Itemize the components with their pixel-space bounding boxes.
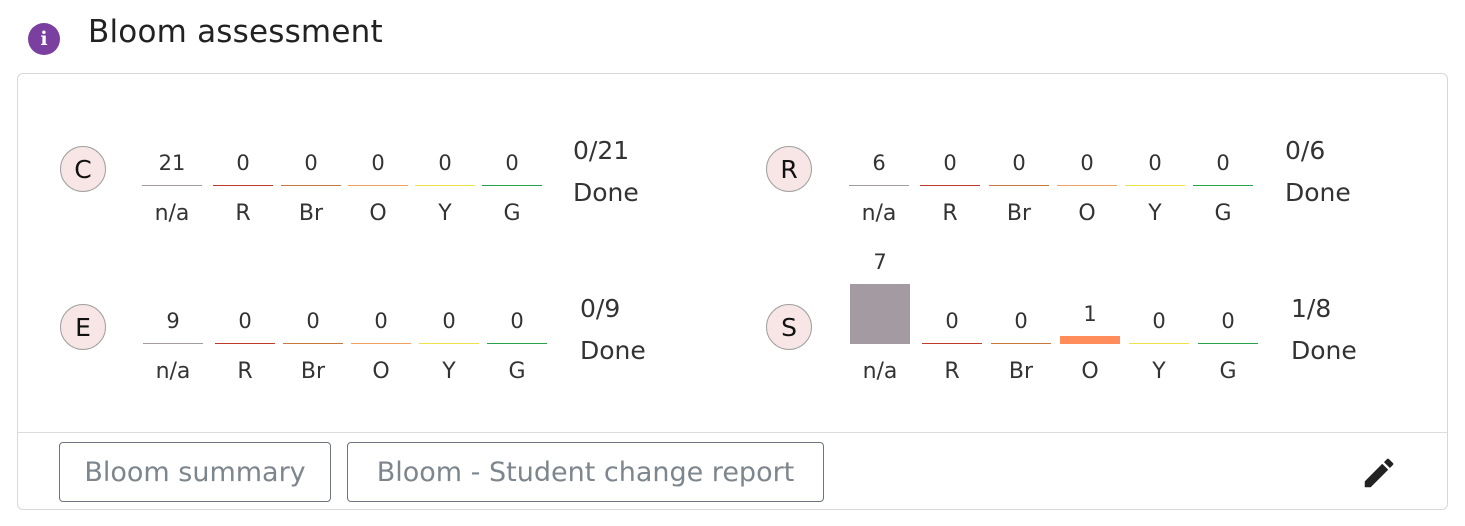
group-badge-s: S: [766, 304, 812, 350]
level-count: 0: [1080, 150, 1094, 175]
level-bar: [142, 184, 202, 186]
level-bar: [415, 184, 475, 186]
student-change-report-button[interactable]: Bloom - Student change report: [347, 442, 824, 502]
level-count: 0: [438, 150, 452, 175]
level-bar: [920, 184, 980, 186]
level-label: O: [1081, 359, 1099, 384]
level-bar: [1125, 184, 1185, 186]
pencil-icon[interactable]: [1360, 454, 1398, 492]
level-count: 0: [1148, 150, 1162, 175]
card-divider: [18, 432, 1447, 433]
level-label: n/a: [154, 201, 190, 226]
level-bar: [849, 184, 909, 186]
level-bar: [283, 342, 343, 344]
level-label: O: [1078, 201, 1096, 226]
progress-fraction: 0/6: [1285, 136, 1326, 165]
level-bar: [1057, 184, 1117, 186]
level-bar: [348, 184, 408, 186]
level-bar: [143, 342, 203, 344]
level-count: 1: [1083, 302, 1097, 326]
level-label: G: [503, 201, 521, 226]
progress-block: 0/9 Done: [580, 288, 646, 372]
level-label: Br: [300, 359, 326, 384]
level-label: n/a: [862, 359, 898, 384]
level-label: G: [1219, 359, 1237, 384]
pencil-icon-shape: [1364, 458, 1394, 488]
level-label: Y: [442, 359, 456, 384]
level-bar: [991, 342, 1051, 344]
level-count: 6: [872, 150, 886, 175]
level-count: 7: [873, 250, 887, 274]
progress-status: Done: [1285, 178, 1351, 207]
level-bar: [1060, 336, 1120, 344]
level-label: R: [235, 201, 251, 226]
level-bar: [850, 284, 910, 344]
level-count: 21: [158, 150, 186, 175]
level-count: 0: [306, 308, 320, 333]
info-icon-glyph: i: [40, 28, 48, 50]
progress-status: Done: [1291, 336, 1357, 365]
level-count: 0: [943, 150, 957, 175]
level-label: n/a: [861, 201, 897, 226]
level-bar: [1129, 342, 1189, 344]
level-count: 0: [236, 150, 250, 175]
level-label: G: [1214, 201, 1232, 226]
progress-block: 1/8 Done: [1291, 288, 1357, 372]
level-count: 0: [374, 308, 388, 333]
level-label: G: [508, 359, 526, 384]
level-count: 0: [1012, 150, 1026, 175]
progress-fraction: 0/9: [580, 294, 621, 323]
progress-fraction: 0/21: [573, 136, 630, 165]
bloom-summary-button[interactable]: Bloom summary: [59, 442, 331, 502]
level-label: Y: [1152, 359, 1166, 384]
level-count: 0: [1216, 150, 1230, 175]
level-label: O: [372, 359, 390, 384]
progress-block: 0/21 Done: [573, 130, 639, 214]
level-label: R: [944, 359, 960, 384]
level-bar: [922, 342, 982, 344]
level-label: Y: [438, 201, 452, 226]
level-count: 0: [304, 150, 318, 175]
level-bar: [487, 342, 547, 344]
level-bar: [1193, 184, 1253, 186]
level-bar: [482, 184, 542, 186]
level-count: 0: [1152, 308, 1166, 333]
level-bar: [351, 342, 411, 344]
level-bar: [213, 184, 273, 186]
level-count: 9: [166, 308, 180, 333]
level-count: 0: [442, 308, 456, 333]
level-label: Br: [1006, 201, 1032, 226]
group-badge-c: C: [60, 146, 106, 192]
level-count: 0: [1014, 308, 1028, 333]
level-count: 0: [238, 308, 252, 333]
level-label: R: [237, 359, 253, 384]
level-label: Br: [1008, 359, 1034, 384]
progress-fraction: 1/8: [1291, 294, 1332, 323]
level-label: Y: [1148, 201, 1162, 226]
progress-status: Done: [580, 336, 646, 365]
level-count: 0: [505, 150, 519, 175]
level-label: O: [369, 201, 387, 226]
level-count: 0: [510, 308, 524, 333]
level-bar: [989, 184, 1049, 186]
group-badge-e: E: [60, 304, 106, 350]
progress-block: 0/6 Done: [1285, 130, 1351, 214]
level-bar: [215, 342, 275, 344]
level-bar: [281, 184, 341, 186]
level-label: n/a: [155, 359, 191, 384]
level-label: Br: [298, 201, 324, 226]
info-icon[interactable]: i: [28, 23, 60, 55]
progress-status: Done: [573, 178, 639, 207]
level-count: 0: [945, 308, 959, 333]
level-count: 0: [371, 150, 385, 175]
level-count: 0: [1221, 308, 1235, 333]
level-bar: [1198, 342, 1258, 344]
level-label: R: [942, 201, 958, 226]
level-bar: [419, 342, 479, 344]
group-badge-r: R: [766, 146, 812, 192]
page-title: Bloom assessment: [88, 14, 383, 50]
